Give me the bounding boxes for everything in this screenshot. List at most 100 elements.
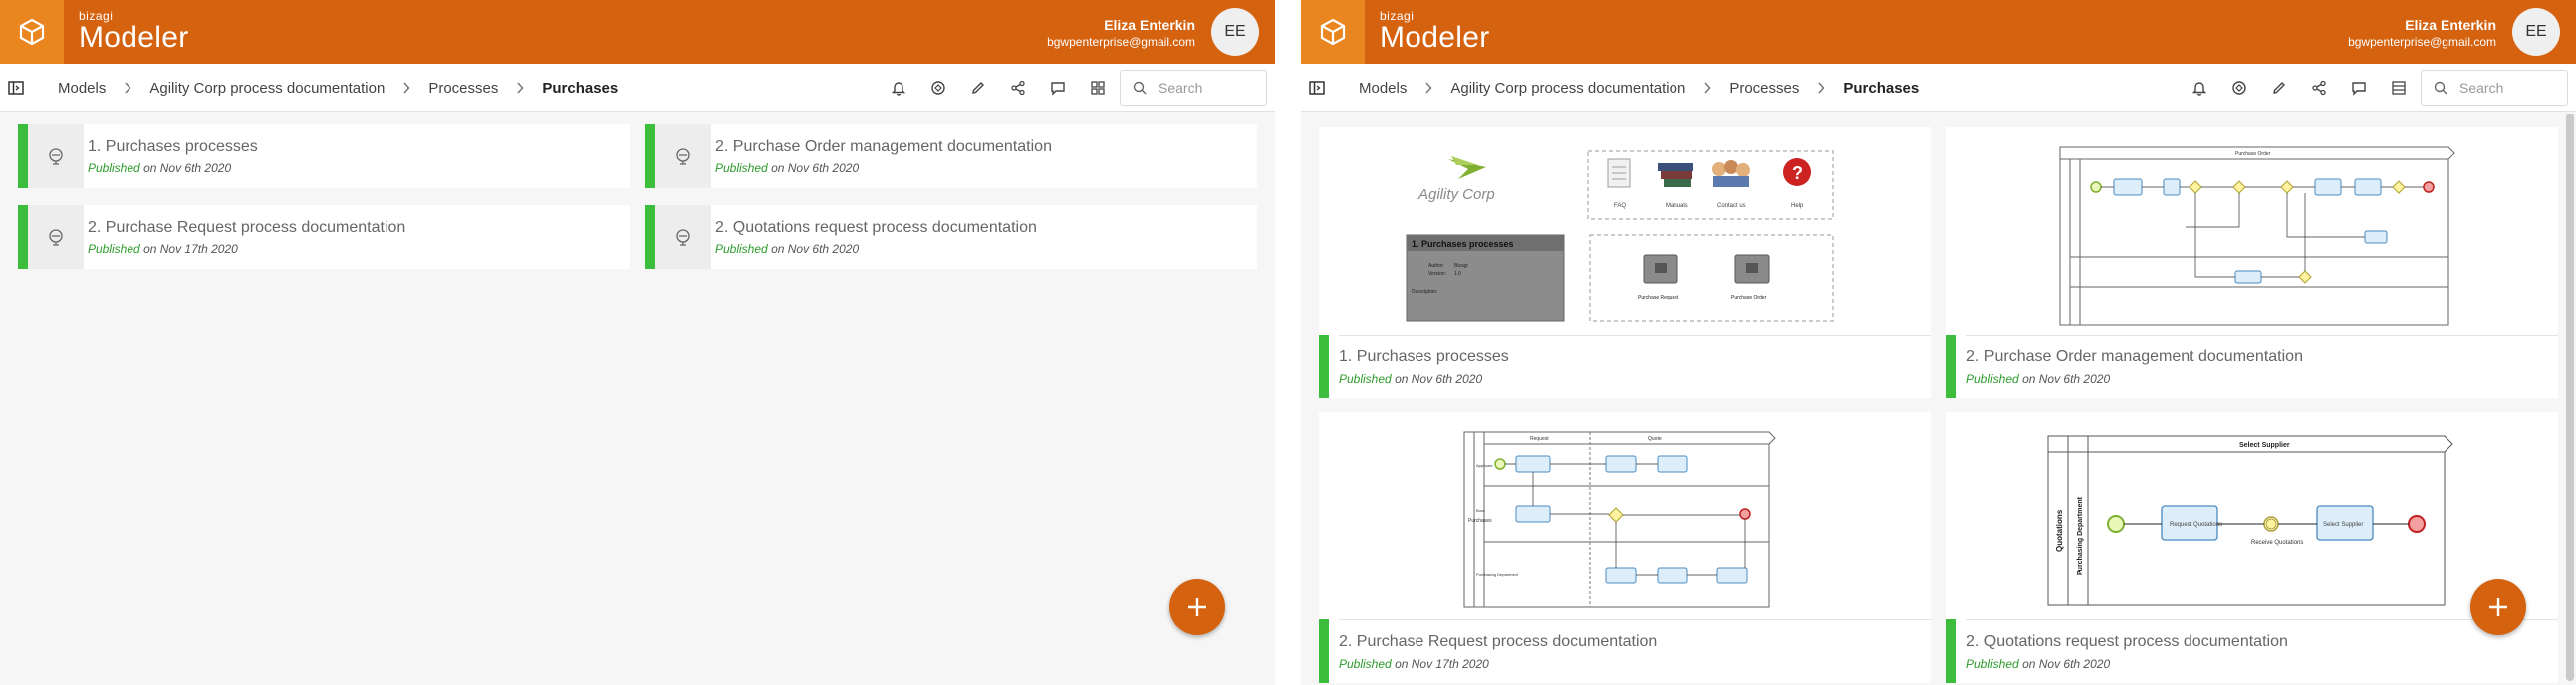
published-accent	[18, 124, 28, 188]
search-box[interactable]	[2421, 70, 2568, 106]
published-accent	[18, 205, 28, 269]
process-card-purchases[interactable]: 1. Purchases processes Published on Nov …	[18, 124, 630, 188]
process-title[interactable]: 2. Purchase Order management documentati…	[715, 138, 1052, 156]
tag-button[interactable]	[918, 64, 958, 112]
process-title[interactable]: 2. Quotations request process documentat…	[1966, 633, 2288, 651]
user-name: Eliza Enterkin	[2405, 17, 2496, 33]
process-card-purchases[interactable]: Agility Corp ? FAQ Manuals Contact us He…	[1319, 127, 1931, 398]
preview-diagram-title: Select Supplier	[2239, 442, 2290, 449]
chevron-right-icon	[1424, 82, 1432, 94]
thumbnail-placeholder	[655, 124, 711, 188]
search-input[interactable]	[2459, 80, 2559, 96]
bell-icon	[2191, 82, 2207, 96]
status-badge: Published	[88, 242, 140, 256]
process-card-purchase-order[interactable]: Purchase Order 2. Purchase Order managem…	[1946, 127, 2558, 398]
process-title[interactable]: 2. Purchase Order management documentati…	[1966, 348, 2303, 366]
publish-status: Published on Nov 6th 2020	[1339, 372, 1482, 386]
preview-author-value: Bizagi	[1454, 263, 1468, 269]
panel-toggle-button[interactable]	[8, 81, 24, 100]
add-button[interactable]	[2470, 579, 2526, 635]
tag-button[interactable]	[2219, 64, 2259, 112]
logo[interactable]	[0, 0, 64, 64]
process-title[interactable]: 1. Purchases processes	[88, 138, 258, 156]
preview-pool-label: Quotations	[2055, 509, 2064, 552]
breadcrumb-models[interactable]: Models	[1359, 80, 1407, 97]
publish-status: Published on Nov 6th 2020	[1966, 372, 2110, 386]
share-button[interactable]	[998, 64, 1038, 112]
process-card-purchase-request[interactable]: Purchases Applicant Boss Purchasing Depa…	[1319, 412, 1931, 683]
preview-link-1: Purchase Order	[1731, 295, 1767, 301]
edit-button[interactable]	[2259, 64, 2299, 112]
list-view-button[interactable]	[2379, 64, 2419, 112]
notifications-button[interactable]	[879, 64, 918, 112]
avatar[interactable]: EE	[1211, 8, 1259, 56]
process-preview[interactable]: Agility Corp ? FAQ Manuals Contact us He…	[1319, 127, 1931, 335]
process-preview[interactable]: Purchase Order	[1946, 127, 2558, 335]
preview-version-label: Version:	[1428, 271, 1446, 277]
quotations-diagram-preview: Select Supplier Quotations Purchasing De…	[2047, 435, 2453, 606]
comment-icon	[2352, 82, 2366, 96]
process-card-purchase-order[interactable]: 2. Purchase Order management documentati…	[645, 124, 1257, 188]
breadcrumb-processes[interactable]: Processes	[428, 80, 498, 97]
publish-date: on Nov 6th 2020	[1395, 372, 1483, 386]
published-accent	[1319, 335, 1329, 398]
preview-author-label: Author:	[1428, 263, 1444, 269]
publish-status: Published on Nov 6th 2020	[1966, 657, 2110, 671]
status-badge: Published	[1966, 372, 2019, 386]
preview-link-0: Purchase Request	[1638, 295, 1679, 301]
preview-phase-1: Quote	[1648, 436, 1662, 442]
publish-status: Published on Nov 6th 2020	[88, 161, 231, 175]
edit-button[interactable]	[958, 64, 998, 112]
breadcrumb-project[interactable]: Agility Corp process documentation	[149, 80, 385, 97]
breadcrumb-project[interactable]: Agility Corp process documentation	[1450, 80, 1685, 97]
process-title[interactable]: 2. Quotations request process documentat…	[715, 219, 1037, 237]
toolbar-icons	[2180, 64, 2419, 112]
search-box[interactable]	[1120, 70, 1267, 106]
share-button[interactable]	[2299, 64, 2339, 112]
share-icon	[2312, 80, 2326, 96]
notifications-button[interactable]	[2180, 64, 2219, 112]
process-card-quotations[interactable]: 2. Quotations request process documentat…	[645, 205, 1257, 269]
toolbar: Models Agility Corp process documentatio…	[0, 64, 1275, 112]
breadcrumb-processes[interactable]: Processes	[1729, 80, 1799, 97]
logo[interactable]	[1301, 0, 1365, 64]
toolbar-icons	[879, 64, 1118, 112]
chevron-right-icon	[516, 82, 524, 94]
process-preview[interactable]: Select Supplier Quotations Purchasing De…	[1946, 412, 2558, 619]
cube-logo-icon	[1320, 18, 1346, 46]
breadcrumb-models[interactable]: Models	[58, 80, 106, 97]
share-icon	[1011, 80, 1025, 96]
search-input[interactable]	[1159, 80, 1258, 96]
preview-box-title: 1. Purchases processes	[1412, 239, 1514, 249]
process-preview[interactable]: Purchases Applicant Boss Purchasing Depa…	[1319, 412, 1931, 619]
publish-date: on Nov 6th 2020	[771, 242, 860, 256]
card-info: 2. Purchase Order management documentati…	[1946, 335, 2558, 398]
process-title[interactable]: 2. Purchase Request process documentatio…	[1339, 633, 1657, 651]
card-info: 2. Purchase Request process documentatio…	[1319, 619, 1931, 683]
preview-phase-0: Request	[1530, 436, 1549, 442]
comments-button[interactable]	[1038, 64, 1078, 112]
scrollbar[interactable]	[2566, 114, 2574, 681]
process-title[interactable]: 2. Purchase Request process documentatio…	[88, 219, 405, 237]
process-title[interactable]: 1. Purchases processes	[1339, 348, 1509, 366]
card-info: 2. Quotations request process documentat…	[1946, 619, 2558, 683]
comments-button[interactable]	[2339, 64, 2379, 112]
process-diagram-icon	[676, 148, 690, 165]
process-card-quotations[interactable]: Select Supplier Quotations Purchasing De…	[1946, 412, 2558, 683]
list-icon	[2392, 81, 2406, 95]
thumbnail-placeholder	[655, 205, 711, 269]
status-badge: Published	[1966, 657, 2019, 671]
publish-status: Published on Nov 17th 2020	[1339, 657, 1489, 671]
panel-toggle-button[interactable]	[1309, 81, 1325, 100]
preview-lane-label: Purchasing Department	[2077, 496, 2084, 575]
breadcrumb-current: Purchases	[542, 79, 619, 97]
grid-view-button[interactable]	[1078, 64, 1118, 112]
preview-icon-label-3: Help	[1791, 203, 1804, 209]
publish-date: on Nov 6th 2020	[2022, 657, 2111, 671]
preview-task-2: Select Supplier	[2323, 522, 2363, 528]
process-card-purchase-request[interactable]: 2. Purchase Request process documentatio…	[18, 205, 630, 269]
avatar[interactable]: EE	[2512, 8, 2560, 56]
status-badge: Published	[1339, 657, 1392, 671]
publish-date: on Nov 6th 2020	[771, 161, 860, 175]
add-button[interactable]	[1169, 579, 1225, 635]
